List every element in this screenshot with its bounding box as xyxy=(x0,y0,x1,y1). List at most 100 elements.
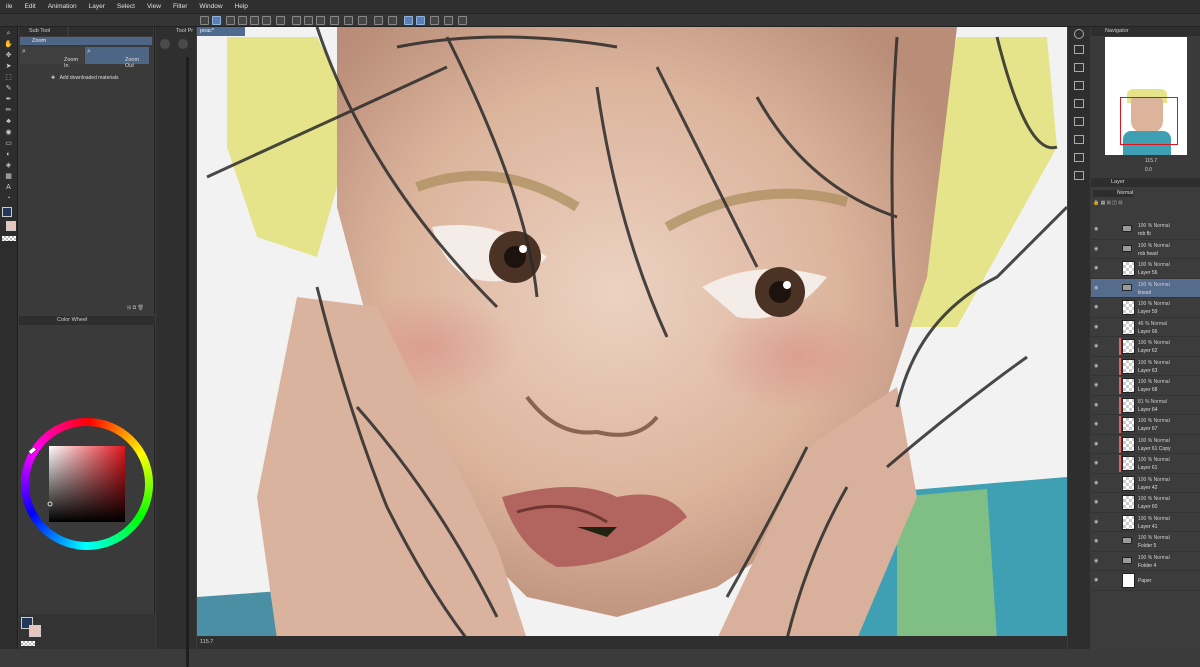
menu-item-view[interactable]: View xyxy=(141,3,167,10)
command-button[interactable] xyxy=(238,16,247,25)
balloon-tool-icon[interactable]: ◔ xyxy=(3,194,14,203)
command-button[interactable] xyxy=(458,16,467,25)
selected-sub-tool[interactable]: Zoom xyxy=(20,37,152,45)
visibility-eye-icon[interactable]: ◉ xyxy=(1094,577,1100,582)
canvas-zoom-readout[interactable]: 115.7 xyxy=(200,639,213,645)
visibility-eye-icon[interactable]: ◉ xyxy=(1094,421,1100,426)
command-button[interactable] xyxy=(358,16,367,25)
canvas-area[interactable] xyxy=(197,27,1067,639)
layer-row[interactable]: ◉100 % NormalLayer 59 xyxy=(1091,298,1200,318)
command-button[interactable] xyxy=(316,16,325,25)
layer-row[interactable]: ◉100 % NormalLayer 67 xyxy=(1091,415,1200,435)
navigator-zoom-value[interactable]: 115.7 xyxy=(1145,158,1157,164)
sub-color-swatch[interactable] xyxy=(6,221,16,231)
material-icon[interactable] xyxy=(1074,153,1084,162)
blend-mode-select[interactable]: Normal xyxy=(1093,190,1133,197)
zoom-tool-icon[interactable]: ⌕ xyxy=(3,29,14,38)
layer-folder-row[interactable]: ◉100 % NormalFolder 5 xyxy=(1091,532,1200,552)
navigator-viewport-frame[interactable] xyxy=(1120,97,1178,145)
material-icon[interactable] xyxy=(1074,171,1084,180)
paper-layer-row[interactable]: ◉Paper xyxy=(1091,571,1200,591)
layer-tab[interactable]: Layer xyxy=(1091,178,1200,187)
visibility-eye-icon[interactable]: ◉ xyxy=(1094,246,1100,251)
visibility-eye-icon[interactable]: ◉ xyxy=(1094,480,1100,485)
visibility-eye-icon[interactable]: ◉ xyxy=(1094,343,1100,348)
layer-folder-row[interactable]: ◉100 % NormalFolder 4 xyxy=(1091,552,1200,572)
sub-color-icon[interactable] xyxy=(29,625,41,637)
command-button[interactable] xyxy=(416,16,425,25)
brush-size-indicator[interactable] xyxy=(160,39,170,49)
color-wheel[interactable] xyxy=(19,412,155,556)
airbrush-tool-icon[interactable]: ◉ xyxy=(3,128,14,137)
layer-row[interactable]: ◉100 % NormalLayer 60 xyxy=(1091,493,1200,513)
visibility-eye-icon[interactable]: ◉ xyxy=(1094,265,1100,270)
visibility-eye-icon[interactable]: ◉ xyxy=(1094,382,1100,387)
layer-row[interactable]: ◉100 % NormalLayer 61 xyxy=(1091,454,1200,474)
visibility-eye-icon[interactable]: ◉ xyxy=(1094,460,1100,465)
pencil-tool-icon[interactable]: ✏ xyxy=(3,106,14,115)
pen-tool-icon[interactable]: ✒ xyxy=(3,95,14,104)
visibility-eye-icon[interactable]: ◉ xyxy=(1094,304,1100,309)
material-icon[interactable] xyxy=(1074,81,1084,90)
layer-row[interactable]: ◉100 % NormalLayer 56 xyxy=(1091,259,1200,279)
navigator-preview[interactable] xyxy=(1105,37,1187,155)
main-color-swatch[interactable] xyxy=(2,207,12,217)
blend-tool-icon[interactable]: ◐ xyxy=(3,150,14,159)
search-icon[interactable] xyxy=(1074,29,1084,39)
visibility-eye-icon[interactable]: ◉ xyxy=(1094,538,1100,543)
add-materials-button[interactable]: ✚ Add downloaded materials xyxy=(51,75,151,83)
menu-item-filter[interactable]: Filter xyxy=(167,3,193,10)
color-wheel-tab[interactable]: Color Wheel xyxy=(19,316,155,325)
material-icon[interactable] xyxy=(1074,135,1084,144)
material-icon[interactable] xyxy=(1074,63,1084,72)
menu-item-help[interactable]: Help xyxy=(229,3,254,10)
transparent-color-swatch[interactable] xyxy=(2,236,16,241)
vertical-scrollbar[interactable] xyxy=(186,57,189,667)
hand-tool-icon[interactable]: ✋ xyxy=(3,40,14,49)
artwork-canvas[interactable] xyxy=(197,27,1067,639)
selection-tool-icon[interactable]: ⬚ xyxy=(3,73,14,82)
visibility-eye-icon[interactable]: ◉ xyxy=(1094,226,1100,231)
command-button[interactable] xyxy=(226,16,235,25)
command-button[interactable] xyxy=(404,16,413,25)
layer-row[interactable]: ◉100 % NormalLayer 63 xyxy=(1091,357,1200,377)
tool-property-tab[interactable]: Tool Pr xyxy=(156,27,196,36)
command-button[interactable] xyxy=(330,16,339,25)
visibility-eye-icon[interactable]: ◉ xyxy=(1094,285,1100,290)
command-button[interactable] xyxy=(292,16,301,25)
navigator-rotation-value[interactable]: 0.0 xyxy=(1145,167,1152,173)
command-button[interactable] xyxy=(430,16,439,25)
gradient-tool-icon[interactable]: ▦ xyxy=(3,172,14,181)
sub-tool-tab[interactable]: Sub Tool xyxy=(19,27,67,36)
layer-row[interactable]: ◉100 % NormalLayer 61 Copy xyxy=(1091,435,1200,455)
visibility-eye-icon[interactable]: ◉ xyxy=(1094,402,1100,407)
visibility-eye-icon[interactable]: ◉ xyxy=(1094,499,1100,504)
menu-item-edit[interactable]: Edit xyxy=(19,3,42,10)
layer-folder-row[interactable]: ◉100 % Normallinearl xyxy=(1091,279,1200,299)
layer-row[interactable]: ◉81 % NormalLayer 64 xyxy=(1091,396,1200,416)
command-button[interactable] xyxy=(250,16,259,25)
layer-row[interactable]: ◉100 % NormalLayer 62 xyxy=(1091,337,1200,357)
zoom-in-button[interactable]: ⌕ Zoom In xyxy=(20,47,84,64)
visibility-eye-icon[interactable]: ◉ xyxy=(1094,363,1100,368)
operation-tool-icon[interactable]: ➤ xyxy=(3,62,14,71)
navigator-tab[interactable]: Navigator xyxy=(1091,27,1200,36)
command-button[interactable] xyxy=(200,16,209,25)
canvas-document-tab[interactable]: peac* xyxy=(197,27,245,36)
command-button[interactable] xyxy=(304,16,313,25)
command-button[interactable] xyxy=(444,16,453,25)
visibility-eye-icon[interactable]: ◉ xyxy=(1094,519,1100,524)
menu-item-ile[interactable]: ile xyxy=(0,3,19,10)
menu-item-window[interactable]: Window xyxy=(193,3,228,10)
menu-item-layer[interactable]: Layer xyxy=(83,3,111,10)
layer-row[interactable]: ◉100 % NormalLayer 68 xyxy=(1091,376,1200,396)
visibility-eye-icon[interactable]: ◉ xyxy=(1094,558,1100,563)
material-icon[interactable] xyxy=(1074,117,1084,126)
layer-folder-row[interactable]: ◉100 % Normalrob fb xyxy=(1091,220,1200,240)
layer-row[interactable]: ◉100 % NormalLayer 41 xyxy=(1091,513,1200,533)
brush-tool-icon[interactable]: ♣ xyxy=(3,117,14,126)
visibility-eye-icon[interactable]: ◉ xyxy=(1094,324,1100,329)
material-icon[interactable] xyxy=(1074,99,1084,108)
layer-row[interactable]: ◉46 % NormalLayer 66 xyxy=(1091,318,1200,338)
layer-folder-row[interactable]: ◉100 % Normalrob head xyxy=(1091,240,1200,260)
